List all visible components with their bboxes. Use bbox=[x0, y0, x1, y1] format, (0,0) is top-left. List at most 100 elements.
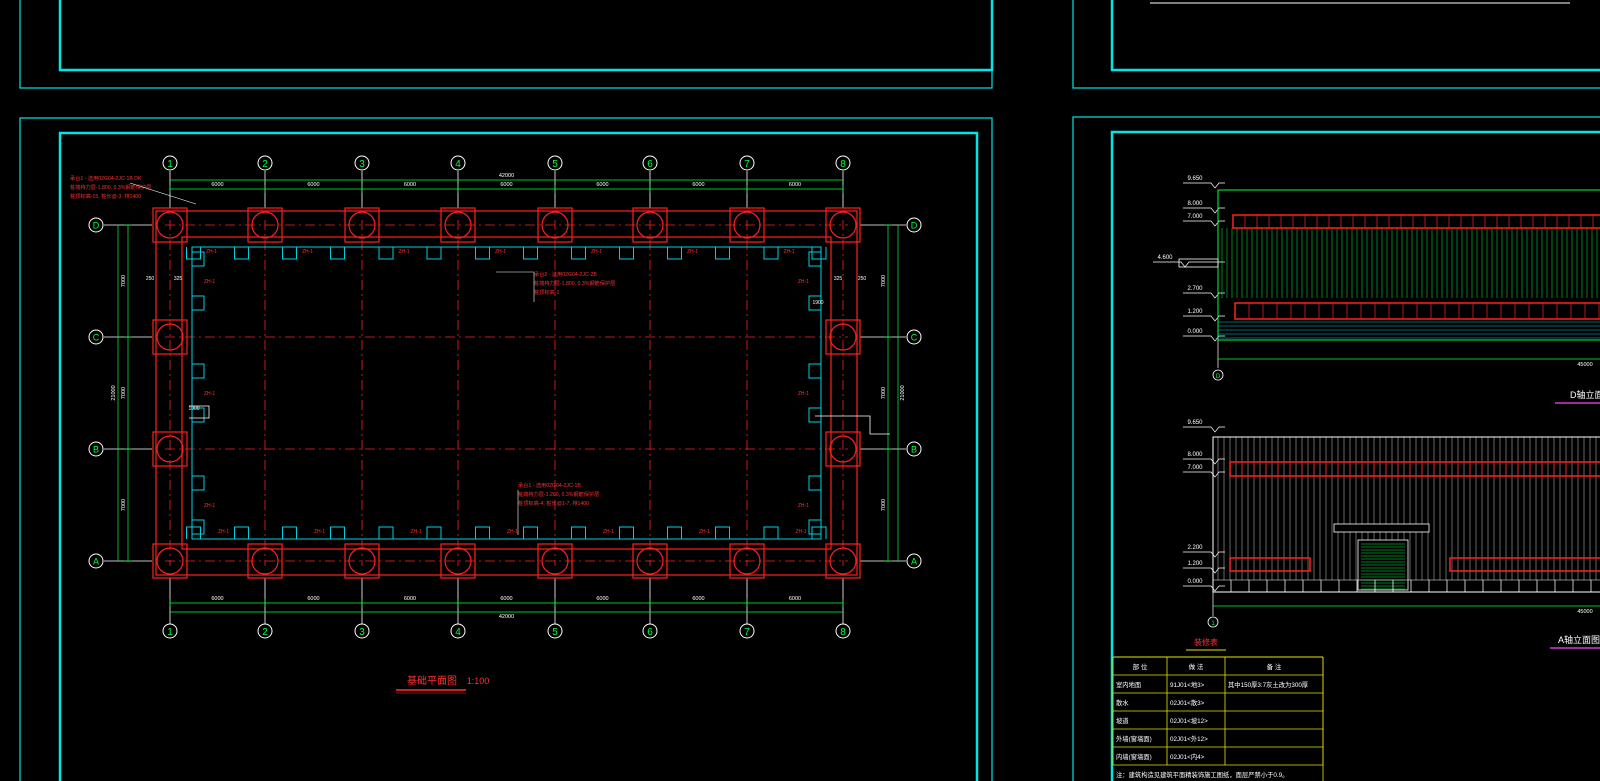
elev-d-dim-text: 45000 bbox=[1577, 362, 1592, 368]
beam-tag-top-5: ZH-1 bbox=[687, 249, 698, 255]
dim-bottom-bays-text-0: 6000 bbox=[211, 596, 223, 602]
elev-a-title: A轴立面图 bbox=[1558, 634, 1600, 645]
dim-right-bays-text-1: 7000 bbox=[881, 387, 887, 399]
elev-a-level-0: 9.650 bbox=[1187, 420, 1203, 426]
schedule-title: 装修表 bbox=[1194, 637, 1218, 647]
plan-title: 基础平面图 bbox=[407, 674, 457, 687]
plan-scale: 1:100 bbox=[467, 676, 490, 686]
schedule-cell-1-0: 散水 bbox=[1116, 698, 1129, 707]
elev-d-level-3: 4.600 bbox=[1157, 255, 1173, 261]
note-center-2: 桩顶标高-1 bbox=[534, 288, 559, 296]
axis-label-right-1: C bbox=[911, 333, 918, 343]
elev-a-level-3: 2.200 bbox=[1187, 545, 1203, 551]
schedule-cell-4-0: 内墙(窗墙面) bbox=[1116, 752, 1152, 761]
axis-label-top-8: 8 bbox=[840, 159, 846, 170]
beam-tag-bottom-5: ZH-1 bbox=[699, 529, 710, 535]
note-topleft-1: 桩端持力层-1.800, 0.3%钢筋保护层 bbox=[70, 183, 151, 191]
elev-d-level-2: 7.000 bbox=[1187, 214, 1203, 220]
small-dim-left: 250 bbox=[146, 276, 155, 282]
elev-a-level-4: 1.200 bbox=[1187, 561, 1203, 567]
schedule-cell-0-0: 室内地面 bbox=[1116, 680, 1141, 689]
axis-label-left-2: B bbox=[93, 445, 99, 455]
axis-label-top-5: 5 bbox=[552, 159, 558, 170]
elev-a-level-1: 8.000 bbox=[1187, 452, 1203, 458]
axis-label-right-3: A bbox=[911, 557, 917, 567]
beam-tag-bottom-4: ZH-1 bbox=[603, 529, 614, 535]
dim-top-bays-text-3: 6000 bbox=[500, 182, 512, 188]
schedule-note: 注：建筑构造见建筑平面精装饰施工图纸，面层严禁小于0.9。 bbox=[1116, 770, 1288, 779]
elev-d-level-5: 1.200 bbox=[1187, 309, 1203, 315]
dim-right-total-text: 21000 bbox=[900, 385, 906, 400]
cad-drawing-canvas[interactable]: ZH-1 ZH-1 ZH-1 ZH-1 ZH-1 ZH-1 ZH-1 ZH-1 ZH-1 ZH-1… bbox=[0, 0, 1600, 781]
beam-tag-bottom-6: ZH-1 bbox=[795, 529, 806, 535]
axis-label-bottom-6: 6 bbox=[647, 627, 653, 638]
dim-left-bays-text-0: 7000 bbox=[121, 275, 127, 287]
small-dim-1000: 1000 bbox=[188, 406, 199, 412]
dim-right-bays-text-2: 7000 bbox=[881, 499, 887, 511]
note-bottom-0: 承台1 - 选用02G04-2JC-1B bbox=[518, 481, 581, 489]
schedule-cell-0-1: 91J01<地3> bbox=[1170, 680, 1205, 689]
beam-tag-top-4: ZH-1 bbox=[591, 249, 602, 255]
axis-label-left-1: C bbox=[93, 333, 100, 343]
dim-bottom-bays-text-3: 6000 bbox=[500, 596, 512, 602]
axis-label-left-3: A bbox=[93, 557, 99, 567]
dim-top-total-text: 42000 bbox=[499, 173, 514, 179]
note-topleft-0: 承台1 - 选用02G04-2JC-1B DK bbox=[70, 174, 142, 182]
axis-label-bottom-5: 5 bbox=[552, 627, 558, 638]
elev-a-level-5: 0.000 bbox=[1187, 579, 1203, 585]
beam-tag-bottom-3: ZH-1 bbox=[507, 529, 518, 535]
elev-a-door-canopy bbox=[1333, 523, 1430, 533]
schedule-cell-3-1: 02J01<外12> bbox=[1170, 734, 1208, 743]
axis-label-bottom-1: 1 bbox=[167, 627, 173, 638]
note-center-1: 桩端持力层-1.800, 0.3%钢筋保护层 bbox=[534, 279, 615, 287]
beam-tag-top-6: ZH-1 bbox=[783, 249, 794, 255]
axis-label-top-3: 3 bbox=[359, 159, 365, 170]
axis-label-top-6: 6 bbox=[647, 159, 653, 170]
schedule-header-0: 部 位 bbox=[1133, 662, 1148, 671]
dim-left-bays-text-1: 7000 bbox=[121, 387, 127, 399]
axis-label-bottom-3: 3 bbox=[359, 627, 365, 638]
schedule-cell-1-1: 02J01<散3> bbox=[1170, 698, 1205, 707]
axis-label-left-0: D bbox=[93, 221, 100, 231]
dim-top-bays-text-6: 6000 bbox=[789, 182, 801, 188]
schedule-cell-4-1: 02J01<内4> bbox=[1170, 752, 1205, 761]
dim-top-bays-text-4: 6000 bbox=[596, 182, 608, 188]
elev-d-level-6: 0.000 bbox=[1187, 329, 1203, 335]
elev-d-axis-label: D bbox=[1216, 374, 1221, 380]
schedule-header-2: 备 注 bbox=[1267, 662, 1282, 671]
beam-tag-bottom-2: ZH-1 bbox=[410, 529, 421, 535]
note-bottom-2: 桩顶标高-4, 桩长@1-7, 排1400 bbox=[518, 499, 589, 507]
dim-bottom-bays-text-6: 6000 bbox=[789, 596, 801, 602]
small-dim-1900: 1900 bbox=[812, 300, 823, 306]
dim-top-bays-text-0: 6000 bbox=[211, 182, 223, 188]
dim-left-total-text: 21000 bbox=[111, 385, 117, 400]
axis-label-bottom-2: 2 bbox=[262, 627, 268, 638]
beam-tag-right-1: ZH-1 bbox=[798, 391, 809, 397]
dim-bottom-bays-text-2: 6000 bbox=[404, 596, 416, 602]
axis-label-right-0: D bbox=[911, 221, 918, 231]
note-bottom-1: 桩端持力层-1.200, 0.3%钢筋保护层 bbox=[518, 490, 599, 498]
axis-label-top-2: 2 bbox=[262, 159, 268, 170]
note-center-0: 承台2 - 选用02G04-2JC-2B bbox=[534, 270, 597, 278]
dim-top-bays-text-5: 6000 bbox=[692, 182, 704, 188]
axis-label-top-7: 7 bbox=[744, 159, 750, 170]
axis-label-top-1: 1 bbox=[167, 159, 173, 170]
dim-bottom-bays-text-4: 6000 bbox=[596, 596, 608, 602]
elev-d-level-4: 2.700 bbox=[1187, 286, 1203, 292]
beam-tag-bottom-1: ZH-1 bbox=[314, 529, 325, 535]
beam-tag-bottom-0: ZH-1 bbox=[218, 529, 229, 535]
axis-label-top-4: 4 bbox=[455, 159, 461, 170]
schedule-cell-2-1: 02J01<坡12> bbox=[1170, 716, 1208, 725]
beam-tag-left-0: ZH-1 bbox=[204, 279, 215, 285]
elev-a-level-2: 7.000 bbox=[1187, 465, 1203, 471]
schedule-cell-2-0: 坡道 bbox=[1116, 716, 1129, 725]
small-dim-left-2: 325 bbox=[174, 276, 183, 282]
beam-tag-left-1: ZH-1 bbox=[204, 391, 215, 397]
dim-bottom-bays-text-1: 6000 bbox=[307, 596, 319, 602]
dim-left-bays-text-2: 7000 bbox=[121, 499, 127, 511]
beam-tag-top-3: ZH-1 bbox=[495, 249, 506, 255]
axis-label-bottom-8: 8 bbox=[840, 627, 846, 638]
beam-tag-top-1: ZH-1 bbox=[302, 249, 313, 255]
schedule-cell-3-0: 外墙(窗墙面) bbox=[1116, 734, 1152, 743]
beam-tag-top-2: ZH-1 bbox=[398, 249, 409, 255]
